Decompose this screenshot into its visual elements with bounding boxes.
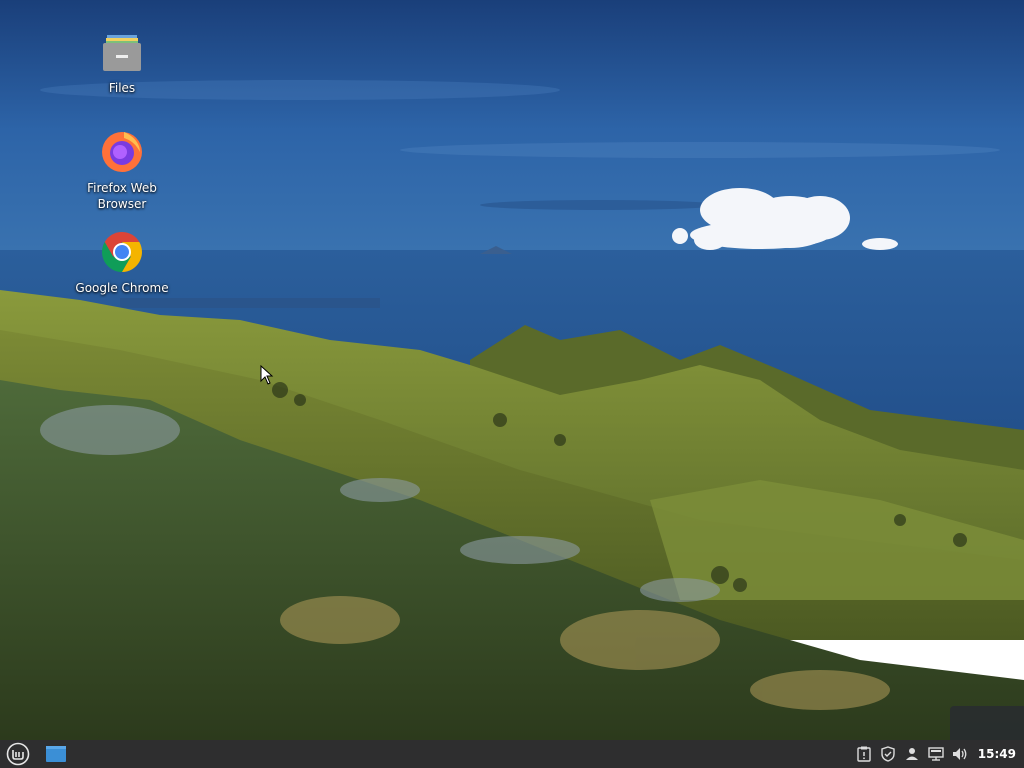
- clipboard-icon[interactable]: [852, 740, 876, 768]
- volume-icon[interactable]: [948, 740, 972, 768]
- system-tray: 15:49: [852, 740, 1024, 768]
- shield-icon[interactable]: [876, 740, 900, 768]
- clock[interactable]: 15:49: [972, 747, 1024, 761]
- taskbar: 15:49: [0, 740, 1024, 768]
- linux-mint-logo-icon: [6, 742, 30, 766]
- chrome-icon: [100, 230, 144, 274]
- user-icon[interactable]: [900, 740, 924, 768]
- desktop-icon-files[interactable]: Files: [67, 30, 177, 96]
- show-desktop-icon: [46, 746, 66, 762]
- desktop-wallpaper: [0, 0, 1024, 740]
- panel-corner: [950, 706, 1024, 740]
- desktop-icon-firefox[interactable]: Firefox Web Browser: [67, 130, 177, 212]
- main-menu-button[interactable]: [4, 740, 32, 768]
- firefox-icon: [100, 130, 144, 174]
- desktop-icon-label: Files: [108, 81, 136, 95]
- network-icon[interactable]: [924, 740, 948, 768]
- folder-icon: [100, 30, 144, 74]
- desktop-icon-label: Google Chrome: [75, 281, 169, 295]
- desktop-icon-chrome[interactable]: Google Chrome: [67, 230, 177, 296]
- mouse-cursor-icon: [260, 365, 274, 385]
- show-desktop-button[interactable]: [42, 740, 70, 768]
- desktop-icon-label: Firefox Web Browser: [87, 181, 157, 211]
